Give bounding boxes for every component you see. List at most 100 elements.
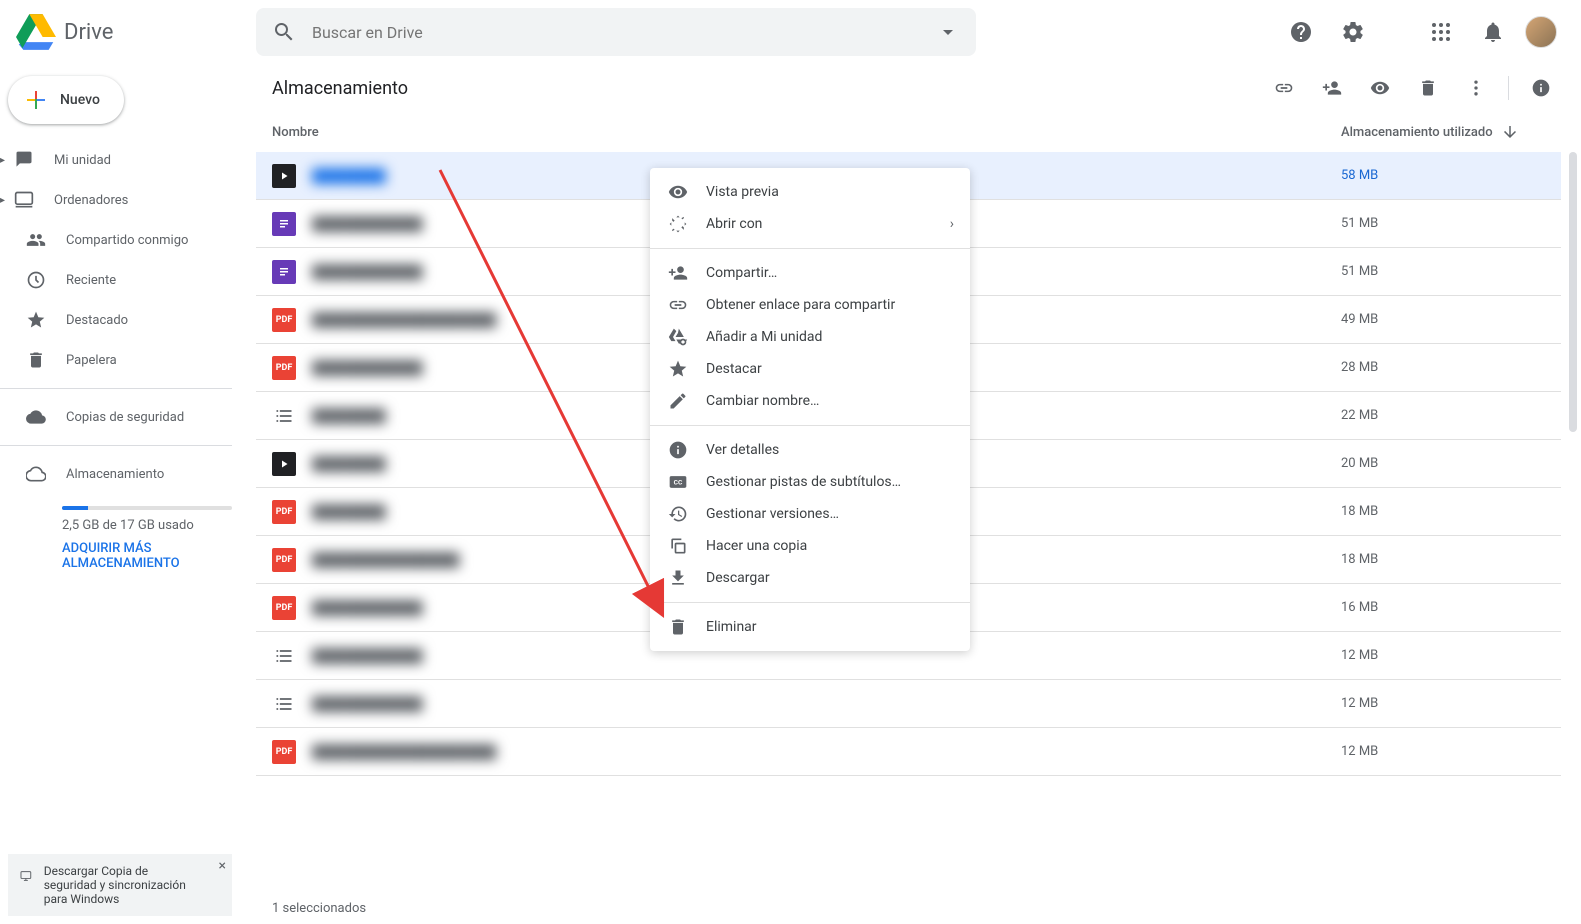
sidebar-item-star[interactable]: Destacado: [0, 300, 256, 340]
menu-item-download[interactable]: Descargar: [650, 562, 970, 594]
star-icon: [24, 308, 48, 332]
scrollbar[interactable]: [1569, 152, 1577, 672]
menu-item-history[interactable]: Gestionar versiones…: [650, 498, 970, 530]
pdf-icon: PDF: [272, 308, 296, 332]
close-icon[interactable]: ×: [219, 858, 226, 874]
nav-divider: [0, 388, 232, 389]
preview-button[interactable]: [1360, 68, 1400, 108]
help-button[interactable]: [1281, 12, 1321, 52]
column-size[interactable]: Almacenamiento utilizado: [1341, 123, 1561, 141]
share-button[interactable]: [1312, 68, 1352, 108]
search-input[interactable]: [312, 23, 936, 42]
pdf-icon: PDF: [272, 548, 296, 572]
columns-header: Nombre Almacenamiento utilizado: [256, 112, 1581, 152]
menu-item-cc[interactable]: CCGestionar pistas de subtítulos…: [650, 466, 970, 498]
plus-icon: [24, 88, 48, 112]
info-button[interactable]: [1521, 68, 1561, 108]
pdf-icon: PDF: [272, 356, 296, 380]
toolbar: [1264, 68, 1561, 108]
more-button[interactable]: [1456, 68, 1496, 108]
sidebar-item-label: Compartido conmigo: [66, 233, 188, 248]
sidebar-item-drive[interactable]: ▸Mi unidad: [0, 140, 256, 180]
menu-item-rename[interactable]: Cambiar nombre…: [650, 385, 970, 417]
menu-item-info[interactable]: Ver detalles: [650, 434, 970, 466]
menu-divider: [650, 602, 970, 603]
file-row[interactable]: PDF ████████████████████12 MB: [256, 728, 1561, 776]
menu-item-label: Gestionar versiones…: [706, 506, 839, 522]
monitor-icon: [20, 864, 32, 888]
menu-item-adddrive[interactable]: Añadir a Mi unidad: [650, 321, 970, 353]
file-size: 18 MB: [1341, 504, 1561, 519]
file-size: 12 MB: [1341, 744, 1561, 759]
menu-divider: [650, 425, 970, 426]
product-name: Drive: [64, 20, 113, 45]
settings-button[interactable]: [1333, 12, 1373, 52]
recent-icon: [24, 268, 48, 292]
share-icon: [666, 261, 690, 285]
menu-item-label: Eliminar: [706, 619, 757, 635]
menu-item-eye[interactable]: Vista previa: [650, 176, 970, 208]
adddrive-icon: [666, 325, 690, 349]
sidebar-item-label: Reciente: [66, 273, 116, 288]
sidebar-item-label: Mi unidad: [54, 153, 111, 168]
notifications-button[interactable]: [1473, 12, 1513, 52]
drive-icon: [12, 148, 36, 172]
app-header: Drive: [0, 0, 1581, 64]
file-size: 16 MB: [1341, 600, 1561, 615]
pdf-icon: PDF: [272, 740, 296, 764]
storage-details: 2,5 GB de 17 GB usado ADQUIRIR MÁS ALMAC…: [0, 494, 256, 579]
notification-text: Descargar Copia de seguridad y sincroniz…: [44, 864, 204, 906]
menu-item-open[interactable]: Abrir con›: [650, 208, 970, 240]
copy-icon: [666, 534, 690, 558]
storage-bar: [62, 506, 232, 510]
header-actions: [1281, 12, 1565, 52]
backup-sync-notification[interactable]: Descargar Copia de seguridad y sincroniz…: [8, 854, 232, 916]
menu-item-share[interactable]: Compartir…: [650, 257, 970, 289]
sidebar-item-label: Copias de seguridad: [66, 410, 184, 425]
new-button[interactable]: Nuevo: [8, 76, 124, 124]
list-icon: [272, 644, 296, 668]
trash-icon: [666, 615, 690, 639]
drive-logo-icon: [16, 12, 56, 52]
sidebar-item-backup[interactable]: Copias de seguridad: [0, 397, 256, 437]
apps-button[interactable]: [1421, 12, 1461, 52]
menu-item-trash[interactable]: Eliminar: [650, 611, 970, 643]
file-row[interactable]: ████████████12 MB: [256, 680, 1561, 728]
link-icon: [666, 293, 690, 317]
sidebar-item-recent[interactable]: Reciente: [0, 260, 256, 300]
history-icon: [666, 502, 690, 526]
menu-item-copy[interactable]: Hacer una copia: [650, 530, 970, 562]
user-avatar[interactable]: [1525, 16, 1557, 48]
menu-item-star[interactable]: Destacar: [650, 353, 970, 385]
sidebar-item-storage[interactable]: Almacenamiento: [0, 454, 256, 494]
cloud-icon: [24, 405, 48, 429]
search-bar[interactable]: [256, 8, 976, 56]
menu-item-link[interactable]: Obtener enlace para compartir: [650, 289, 970, 321]
trash-icon: [24, 348, 48, 372]
logo-section[interactable]: Drive: [16, 12, 256, 52]
cloud-outline-icon: [24, 462, 48, 486]
sidebar-item-label: Destacado: [66, 313, 128, 328]
column-name[interactable]: Nombre: [272, 125, 1341, 140]
toolbar-separator: [1508, 76, 1509, 100]
delete-button[interactable]: [1408, 68, 1448, 108]
menu-item-label: Obtener enlace para compartir: [706, 297, 895, 313]
search-options-icon[interactable]: [936, 20, 960, 44]
sidebar-item-trash[interactable]: Papelera: [0, 340, 256, 380]
file-size: 51 MB: [1341, 216, 1561, 231]
menu-item-label: Ver detalles: [706, 442, 779, 458]
file-size: 12 MB: [1341, 696, 1561, 711]
star-icon: [666, 357, 690, 381]
file-name: ████████████████████: [312, 744, 1341, 760]
sidebar-item-shared[interactable]: Compartido conmigo: [0, 220, 256, 260]
sidebar-item-label: Papelera: [66, 353, 117, 368]
file-size: 18 MB: [1341, 552, 1561, 567]
get-link-button[interactable]: [1264, 68, 1304, 108]
menu-item-label: Destacar: [706, 361, 762, 377]
upgrade-storage-link[interactable]: ADQUIRIR MÁS ALMACENAMIENTO: [62, 541, 232, 571]
menu-item-label: Compartir…: [706, 265, 777, 281]
sidebar: Nuevo ▸Mi unidad▸Ordenadores Compartido c…: [0, 64, 256, 924]
main-header: Almacenamiento: [256, 64, 1581, 112]
download-icon: [666, 566, 690, 590]
sidebar-item-computers[interactable]: ▸Ordenadores: [0, 180, 256, 220]
